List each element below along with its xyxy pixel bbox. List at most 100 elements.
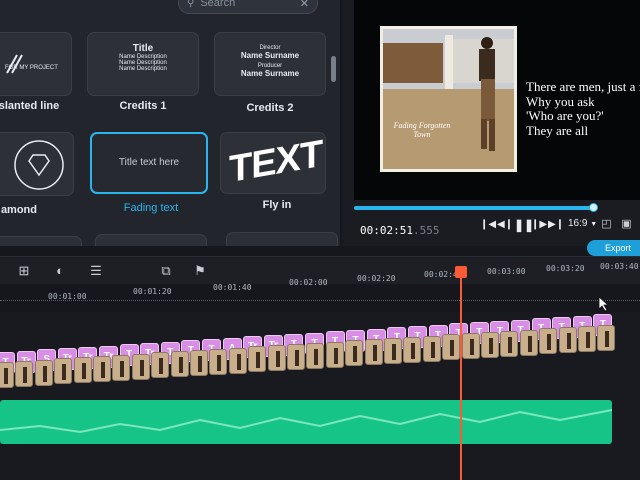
clip-thumbnail [42, 365, 47, 382]
pause-icon[interactable]: ❚❚ [514, 218, 534, 232]
title-tile-diamond[interactable] [0, 132, 74, 196]
clip-thumbnail [295, 350, 299, 366]
video-clip[interactable] [209, 348, 228, 375]
tile-label-diamond: amond [0, 204, 37, 216]
ruler-tick-label: 00:01:20 [133, 287, 172, 296]
video-clip[interactable] [442, 334, 461, 361]
video-clip[interactable] [248, 346, 267, 373]
video-clip[interactable] [558, 327, 577, 354]
tile-preview-text: Name Surname [240, 69, 300, 78]
title-tile-fading-text[interactable]: Title text here [90, 132, 208, 194]
ruler-tick-label: 00:01:40 [213, 283, 252, 292]
video-clip[interactable] [170, 351, 189, 378]
video-clip[interactable] [519, 329, 538, 356]
video-clip[interactable] [325, 341, 344, 368]
diamond-icon [14, 140, 64, 190]
ruler-line [0, 300, 640, 304]
video-clip[interactable] [461, 333, 480, 360]
ruler-tick-label: 00:03:20 [546, 264, 585, 273]
caption-text: There are men, just a few Why you ask 'W… [526, 79, 640, 138]
camera-icon[interactable]: ▣ [620, 217, 633, 230]
caption-line: 'Who are you?' [526, 108, 604, 123]
video-clip[interactable] [54, 358, 73, 385]
timecode: 00:02:51.555 [360, 224, 439, 237]
video-clip[interactable] [34, 359, 53, 386]
tile-preview-text: FOR MY PROJECT [5, 65, 58, 71]
video-clip[interactable] [131, 353, 150, 380]
video-clip[interactable] [15, 360, 34, 387]
playhead-handle[interactable] [455, 266, 467, 278]
tile-preview-text: Title text here [118, 157, 180, 168]
tile-preview-text: TEXT [229, 132, 323, 192]
clip-thumbnail [159, 358, 164, 375]
skip-back-icon[interactable]: ❙◀ [480, 218, 496, 232]
search-input[interactable] [200, 0, 294, 9]
audio-clip[interactable] [0, 400, 613, 444]
clip-thumbnail [450, 340, 455, 357]
video-clip[interactable] [481, 332, 499, 358]
video-clip[interactable] [403, 336, 422, 363]
clip-thumbnail [527, 335, 532, 352]
caption-line: They are all [526, 122, 589, 138]
clip-thumbnail [23, 366, 28, 383]
video-clip[interactable] [422, 335, 441, 362]
timecode-ms: .555 [412, 224, 440, 237]
search-box[interactable]: ⚲ ✕ [178, 0, 318, 14]
video-clip[interactable] [267, 345, 286, 372]
video-clip[interactable] [287, 344, 305, 370]
clip-thumbnail [81, 363, 86, 380]
clip-thumbnail [333, 347, 338, 364]
video-clip[interactable] [578, 326, 596, 352]
video-clip[interactable] [384, 338, 402, 364]
video-clip[interactable] [539, 328, 558, 355]
skip-forward-icon[interactable]: ▶❙ [548, 218, 564, 232]
clip-thumbnail [372, 345, 377, 362]
video-clip[interactable] [228, 347, 247, 374]
video-clip[interactable] [500, 330, 519, 357]
clip-thumbnail [256, 352, 261, 369]
title-tile[interactable] [226, 232, 338, 246]
timeline-tracks: TTrSTrTrTrTTrTTTATrTrTTTTTTTTTTTTTTTT [0, 312, 640, 480]
playhead[interactable] [460, 268, 462, 480]
step-forward-icon[interactable]: ❙▶ [531, 218, 547, 232]
playback-progress-bar[interactable] [354, 203, 598, 212]
video-clip[interactable] [345, 340, 364, 367]
title-tile-fly-in[interactable]: TEXT [220, 132, 326, 194]
tile-label-fly-in: Fly in [262, 199, 292, 211]
ruler-tick-label: 00:03:40 [600, 262, 639, 271]
title-tile-credits-1[interactable]: Title Name Description Name Description … [87, 32, 199, 96]
video-clip[interactable] [0, 362, 14, 388]
title-tile-slanted-line[interactable]: FOR MY PROJECT [0, 32, 72, 96]
library-scrollbar[interactable] [331, 56, 336, 82]
clip-thumbnail [547, 334, 552, 351]
close-icon[interactable]: ✕ [300, 0, 309, 10]
clip-thumbnail [275, 351, 280, 368]
progress-knob[interactable] [588, 203, 598, 212]
video-preview: Fading Forgotten Town There are men, jus… [354, 0, 640, 200]
ruler-tick-label: 00:03:00 [487, 267, 526, 276]
export-button[interactable]: Export [587, 240, 640, 256]
tile-label-fading-text: Fading text [123, 202, 179, 214]
video-clip[interactable] [151, 352, 170, 379]
title-tile-credits-2[interactable]: Director Name Surname Producer Name Surn… [214, 32, 326, 96]
title-tile[interactable] [95, 234, 207, 246]
title-tile[interactable] [0, 236, 82, 246]
video-clip[interactable] [73, 357, 92, 384]
clip-thumbnail [178, 357, 183, 374]
ruler-tick-label: 00:02:00 [289, 278, 328, 287]
video-clip[interactable] [597, 324, 616, 351]
step-back-icon[interactable]: ◀❙ [497, 218, 513, 232]
clip-thumbnail [4, 368, 8, 384]
clip-thumbnail [139, 359, 144, 376]
video-clip[interactable] [306, 342, 325, 369]
ruler-tick-label: 00:02:20 [357, 274, 396, 283]
aspect-ratio-selector[interactable]: 16:9 ▼ [568, 218, 597, 229]
video-clip[interactable] [190, 350, 208, 376]
volume-icon[interactable]: ◰ [600, 217, 613, 230]
audio-waveform [0, 409, 613, 434]
video-clip[interactable] [93, 356, 111, 382]
clip-thumbnail [411, 342, 416, 359]
clip-thumbnail [508, 336, 513, 353]
video-clip[interactable] [364, 339, 383, 366]
video-clip[interactable] [112, 354, 131, 381]
